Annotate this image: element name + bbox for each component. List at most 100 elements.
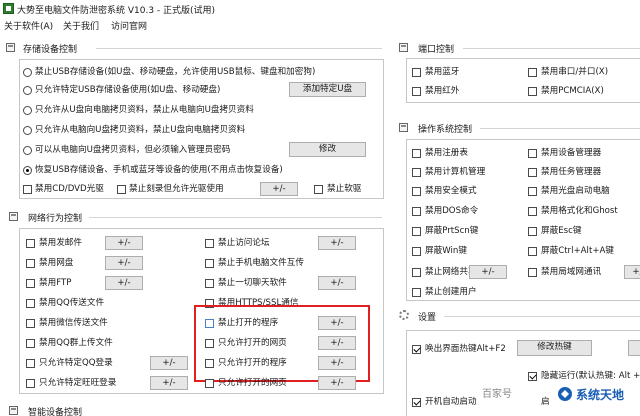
radio-usb-to-pc[interactable] — [23, 106, 32, 115]
chat-plus-minus-button[interactable]: +/- — [318, 276, 356, 290]
radio-password[interactable] — [23, 146, 32, 155]
checkbox-qq-whitelist[interactable] — [26, 359, 35, 368]
checkbox-disable-safe-mode[interactable] — [412, 187, 421, 196]
checkbox-disable-bluetooth[interactable] — [412, 68, 421, 77]
checkbox-hotkey[interactable] — [412, 345, 421, 354]
checkbox-disable-ftp[interactable] — [26, 279, 35, 288]
checkbox-label: 禁用DOS命令 — [425, 206, 479, 216]
checkbox-label: 隐藏运行(默认热键: Alt + — [541, 371, 640, 381]
menu-about-us[interactable]: 关于我们 — [63, 19, 99, 32]
checkbox-label: 屏蔽Ctrl+Alt+A键 — [541, 246, 614, 256]
checkbox-label: 禁用局域网通讯 — [541, 267, 602, 277]
checkbox-disable-format[interactable] — [528, 207, 537, 216]
checkbox-label: 禁用QQ传送文件 — [39, 298, 105, 308]
checkbox-label: 禁止一切聊天软件 — [218, 278, 287, 288]
checkbox-disable-email[interactable] — [26, 239, 35, 248]
checkbox-block-forum[interactable] — [205, 239, 214, 248]
checkbox-block-create-user[interactable] — [412, 288, 421, 297]
radio-specific-usb[interactable] — [23, 86, 32, 95]
checkbox-label: 禁止打开的程序 — [218, 318, 279, 328]
checkbox-disable-floppy[interactable] — [314, 185, 323, 194]
checkbox-label: 禁用CD/DVD光驱 — [35, 184, 104, 194]
network-section-title: 网络行为控制 — [28, 214, 83, 224]
checkbox-allow-webpage-2[interactable] — [205, 379, 214, 388]
os-section-icon — [399, 123, 408, 132]
checkbox-label: 禁用格式化和Ghost — [541, 206, 618, 216]
checkbox-disable-pcmcia[interactable] — [528, 87, 537, 96]
checkbox-disable-device-manager[interactable] — [528, 149, 537, 158]
menu-about-software[interactable]: 关于软件(A) — [4, 19, 53, 32]
radio-label: 只允许特定USB存储设备使用(如U盘、移动硬盘) — [35, 85, 221, 95]
menu-visit-website[interactable]: 访问官网 — [111, 19, 147, 32]
checkbox-block-phone-transfer[interactable] — [205, 259, 214, 268]
checkbox-label: 唤出界面热键Alt+F2 — [425, 344, 506, 354]
lan-plus-minus-button[interactable]: +/- — [624, 265, 640, 279]
checkbox-wangwang-whitelist[interactable] — [26, 379, 35, 388]
network-divider — [89, 217, 382, 218]
checkbox-disable-task-manager[interactable] — [528, 168, 537, 177]
os-section-title: 操作系统控制 — [418, 125, 473, 135]
checkbox-label: 禁用PCMCIA(X) — [541, 86, 604, 96]
smart-section-icon — [9, 406, 18, 415]
cd-plus-minus-button[interactable]: +/- — [260, 182, 298, 196]
forum-plus-minus-button[interactable]: +/- — [318, 236, 356, 250]
checkbox-disable-cd-boot[interactable] — [528, 187, 537, 196]
checkbox-label: 屏蔽Win键 — [425, 246, 467, 256]
checkbox-disable-cd[interactable] — [23, 185, 32, 194]
checkbox-block-ctrl-alt-a[interactable] — [528, 247, 537, 256]
share-plus-minus-button[interactable]: +/- — [469, 265, 507, 279]
modify-hotkey-button[interactable]: 修改热键 — [517, 340, 592, 356]
radio-label: 禁止USB存储设备(如U盘、移动硬盘，允许使用USB鼠标、键盘和加密狗) — [35, 67, 316, 77]
checkbox-block-share[interactable] — [412, 268, 421, 277]
ftp-plus-minus-button[interactable]: +/- — [105, 276, 143, 290]
radio-restore-usb[interactable] — [23, 166, 32, 175]
checkbox-label: 禁用发邮件 — [39, 238, 82, 248]
checkbox-allow-program[interactable] — [205, 359, 214, 368]
checkbox-label: 禁用计算机管理 — [425, 167, 486, 177]
block-program-plus-minus-button[interactable]: +/- — [318, 316, 356, 330]
checkbox-label: 禁用任务管理器 — [541, 167, 602, 177]
checkbox-block-esc[interactable] — [528, 227, 537, 236]
checkbox-label: 禁止刻录但允许光驱使用 — [129, 184, 224, 194]
allow-program-plus-minus-button[interactable]: +/- — [318, 356, 356, 370]
checkbox-label: 禁止创建用户 — [425, 287, 477, 297]
allow-webpage-plus-minus-button[interactable]: +/- — [318, 336, 356, 350]
checkbox-label: 禁止软驱 — [327, 184, 362, 194]
checkbox-label: 禁用红外 — [425, 86, 460, 96]
checkbox-hidden-run[interactable] — [528, 372, 537, 381]
email-plus-minus-button[interactable]: +/- — [105, 236, 143, 250]
netdisk-plus-minus-button[interactable]: +/- — [105, 256, 143, 270]
app-logo-icon — [3, 3, 14, 14]
modify-password-button[interactable]: 修改 — [289, 142, 366, 157]
qq-plus-minus-button[interactable]: +/- — [150, 356, 188, 370]
checkbox-label: 屏蔽Esc键 — [541, 226, 582, 236]
checkbox-block-prtscn[interactable] — [412, 227, 421, 236]
checkbox-block-win[interactable] — [412, 247, 421, 256]
add-usb-button[interactable]: 添加特定U盘 — [289, 82, 366, 97]
radio-disable-usb[interactable] — [23, 68, 32, 77]
menu-bar: 关于软件(A) 关于我们 访问官网 — [0, 18, 640, 33]
checkbox-disable-netdisk[interactable] — [26, 259, 35, 268]
wangwang-plus-minus-button[interactable]: +/- — [150, 376, 188, 390]
checkbox-allow-webpage[interactable] — [205, 339, 214, 348]
checkbox-disable-qq-group[interactable] — [26, 339, 35, 348]
checkbox-block-program[interactable] — [205, 319, 214, 328]
checkbox-disable-dos[interactable] — [412, 207, 421, 216]
checkbox-label: 禁用QQ群上传文件 — [39, 338, 113, 348]
checkbox-no-burn[interactable] — [117, 185, 126, 194]
checkbox-disable-wechat-file[interactable] — [26, 319, 35, 328]
allow-webpage-2-plus-minus-button[interactable]: +/- — [318, 376, 356, 390]
checkbox-disable-serial[interactable] — [528, 68, 537, 77]
checkbox-label: 只允许打开的程序 — [218, 358, 287, 368]
settings-cut-button[interactable] — [628, 340, 640, 356]
checkbox-block-chat[interactable] — [205, 279, 214, 288]
checkbox-disable-registry[interactable] — [412, 149, 421, 158]
checkbox-disable-qq-file[interactable] — [26, 299, 35, 308]
checkbox-disable-infrared[interactable] — [412, 87, 421, 96]
radio-pc-to-usb[interactable] — [23, 126, 32, 135]
checkbox-disable-computer-mgmt[interactable] — [412, 168, 421, 177]
checkbox-label: 只允许特定旺旺登录 — [39, 378, 117, 388]
port-section-icon — [399, 43, 408, 52]
checkbox-autostart[interactable] — [412, 398, 421, 407]
checkbox-disable-lan[interactable] — [528, 268, 537, 277]
